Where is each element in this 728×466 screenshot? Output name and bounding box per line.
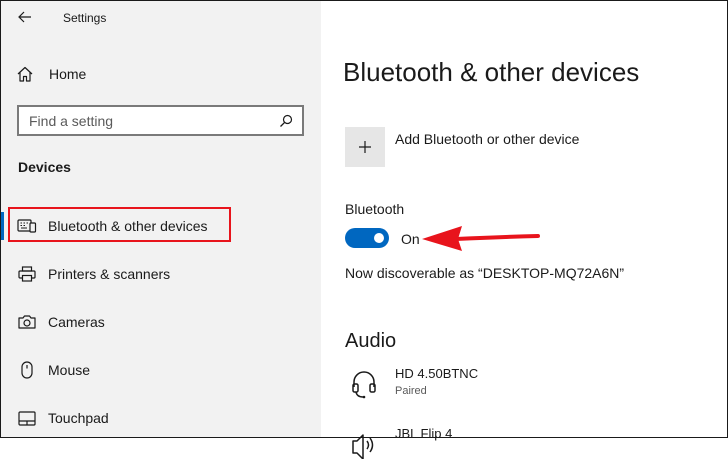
device-name: JBL Flip 4 [395, 426, 453, 441]
back-arrow-icon [18, 11, 31, 23]
sidebar-item-label: Printers & scanners [48, 266, 171, 282]
toggle-knob [374, 233, 384, 243]
audio-heading: Audio [345, 330, 397, 352]
device-name: HD 4.50BTNC [395, 366, 479, 381]
speaker-icon [350, 429, 378, 459]
printer-icon [17, 264, 37, 284]
main-content: Bluetooth & other devices Add Bluetooth … [321, 0, 728, 459]
sidebar-item-mouse[interactable]: Mouse [0, 353, 321, 387]
sidebar-item-cameras[interactable]: Cameras [0, 305, 321, 339]
sidebar-item-label: Cameras [48, 314, 105, 330]
sidebar-item-touchpad[interactable]: Touchpad [0, 401, 321, 435]
annotation-highlight-box [8, 207, 231, 242]
add-device-button[interactable] [345, 127, 385, 167]
search-input[interactable] [19, 107, 274, 134]
touchpad-icon [17, 408, 37, 428]
sidebar: Settings Home Devices Bluetooth & ot [0, 0, 321, 438]
camera-icon [17, 312, 37, 332]
search-box[interactable] [17, 105, 304, 136]
sidebar-item-label: Touchpad [48, 410, 109, 426]
page-title: Bluetooth & other devices [343, 57, 640, 87]
device-status: Paired [395, 385, 427, 397]
plus-icon [359, 141, 371, 153]
home-icon [14, 63, 36, 85]
mouse-icon [17, 360, 37, 380]
sidebar-item-printers[interactable]: Printers & scanners [0, 257, 321, 291]
sidebar-item-label: Mouse [48, 362, 91, 378]
audio-device-item[interactable]: HD 4.50BTNC Paired [345, 366, 685, 406]
app-title: Settings [63, 11, 107, 25]
bluetooth-label: Bluetooth [345, 201, 405, 217]
search-icon[interactable] [274, 109, 298, 133]
annotation-arrow [422, 226, 540, 251]
nav-home[interactable]: Home [14, 62, 86, 86]
bluetooth-toggle[interactable] [345, 228, 389, 248]
headset-icon [350, 369, 378, 399]
discoverable-status: Now discoverable as “DESKTOP-MQ72A6N” [345, 265, 625, 281]
audio-device-item[interactable]: JBL Flip 4 [345, 426, 685, 466]
section-heading-devices: Devices [18, 159, 71, 175]
back-button[interactable] [14, 7, 36, 27]
home-label: Home [49, 66, 87, 82]
add-device-label[interactable]: Add Bluetooth or other device [395, 131, 579, 147]
bluetooth-toggle-state: On [401, 231, 420, 247]
